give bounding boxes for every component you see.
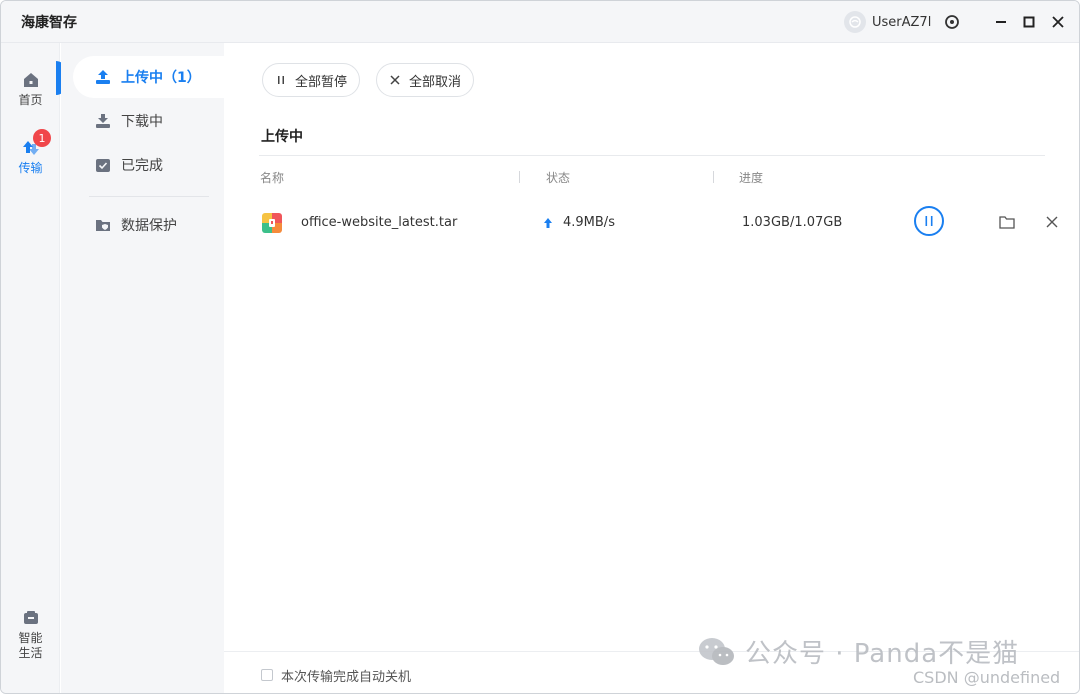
column-separator (713, 171, 714, 183)
open-folder-button[interactable] (996, 211, 1018, 233)
column-header-progress: 进度 (739, 171, 764, 185)
wechat-watermark-text: 公众号 · Panda不是猫 (745, 639, 1020, 669)
subnav-label-uploading: 上传中（1） (121, 70, 201, 86)
data-protection-icon (96, 220, 110, 231)
left-rail: 首页 1 传输 智能 生活 (1, 43, 60, 693)
subnav-divider (89, 196, 209, 197)
transfer-subnav: 上传中（1） 下载中 已完成 数据保护 (61, 43, 224, 693)
subnav-label-data-protection: 数据保护 (121, 218, 177, 234)
user-avatar-icon (844, 11, 866, 33)
completed-icon (96, 159, 110, 172)
rail-item-smart-life[interactable]: 智能 生活 (1, 609, 60, 661)
download-icon (96, 114, 110, 128)
close-icon (390, 75, 400, 85)
rail-label-home: 首页 (18, 93, 43, 107)
column-header-name: 名称 (260, 171, 285, 185)
close-window-button[interactable] (1047, 11, 1069, 33)
cancel-all-button[interactable]: 全部取消 (376, 63, 475, 97)
subnav-item-completed[interactable]: 已完成 (73, 144, 224, 186)
app-title: 海康智存 (21, 15, 77, 31)
pause-all-button[interactable]: 全部暂停 (262, 63, 361, 97)
auto-shutdown-label: 本次传输完成自动关机 (281, 670, 412, 685)
upload-icon (96, 70, 110, 84)
upload-speed: 4.9MB/s (563, 215, 615, 230)
wechat-logo-icon (699, 637, 734, 665)
title-bar: 海康智存 UserAZ7l (1, 1, 1079, 43)
rail-label-smart-life-1: 智能 (18, 631, 43, 645)
progress-text: 1.03GB/1.07GB (742, 215, 843, 230)
maximize-button[interactable] (1018, 11, 1040, 33)
rail-item-home[interactable]: 首页 (1, 71, 60, 108)
transfer-badge: 1 (33, 129, 51, 147)
section-divider (259, 155, 1045, 156)
archive-file-icon (262, 213, 282, 233)
pause-upload-button[interactable] (913, 205, 945, 237)
minimize-button[interactable] (990, 11, 1012, 33)
column-header-status: 状态 (546, 171, 571, 185)
cancel-all-label: 全部取消 (409, 74, 462, 90)
column-separator (519, 171, 520, 183)
home-icon (23, 73, 38, 87)
rail-item-transfer[interactable]: 1 传输 (1, 129, 60, 176)
pause-icon (278, 76, 284, 84)
close-icon (1046, 216, 1058, 228)
subnav-item-downloading[interactable]: 下载中 (73, 100, 224, 142)
subnav-item-uploading[interactable]: 上传中（1） (73, 56, 224, 98)
rail-label-transfer: 传输 (18, 161, 43, 175)
wechat-watermark: 公众号 · Panda不是猫 (697, 633, 1019, 670)
pause-all-label: 全部暂停 (295, 74, 348, 90)
auto-shutdown-checkbox[interactable] (261, 669, 273, 681)
file-name: office-website_latest.tar (301, 215, 458, 230)
subnav-item-data-protection[interactable]: 数据保护 (73, 204, 224, 246)
settings-gear-icon[interactable] (941, 11, 963, 33)
smart-life-icon (23, 611, 38, 624)
table-row[interactable]: office-website_latest.tar 4.9MB/s 1.03GB… (259, 201, 1058, 245)
app-window: 海康智存 UserAZ7l 首页 1 传输 智能 生活 上传中（1） 下载中 已… (0, 0, 1080, 694)
user-name: UserAZ7l (872, 14, 932, 30)
subnav-label-completed: 已完成 (121, 158, 163, 174)
main-panel: 全部暂停 全部取消 上传中 名称 状态 进度 office-website_la… (224, 43, 1079, 693)
csdn-watermark: CSDN @undefined (913, 668, 1061, 687)
user-menu[interactable]: UserAZ7l (844, 10, 931, 34)
folder-icon (999, 216, 1015, 229)
section-title: 上传中 (261, 129, 303, 145)
rail-label-smart-life-2: 生活 (18, 646, 43, 660)
subnav-label-downloading: 下载中 (121, 114, 163, 130)
upload-arrow-icon (544, 218, 552, 228)
cancel-upload-button[interactable] (1041, 211, 1063, 233)
